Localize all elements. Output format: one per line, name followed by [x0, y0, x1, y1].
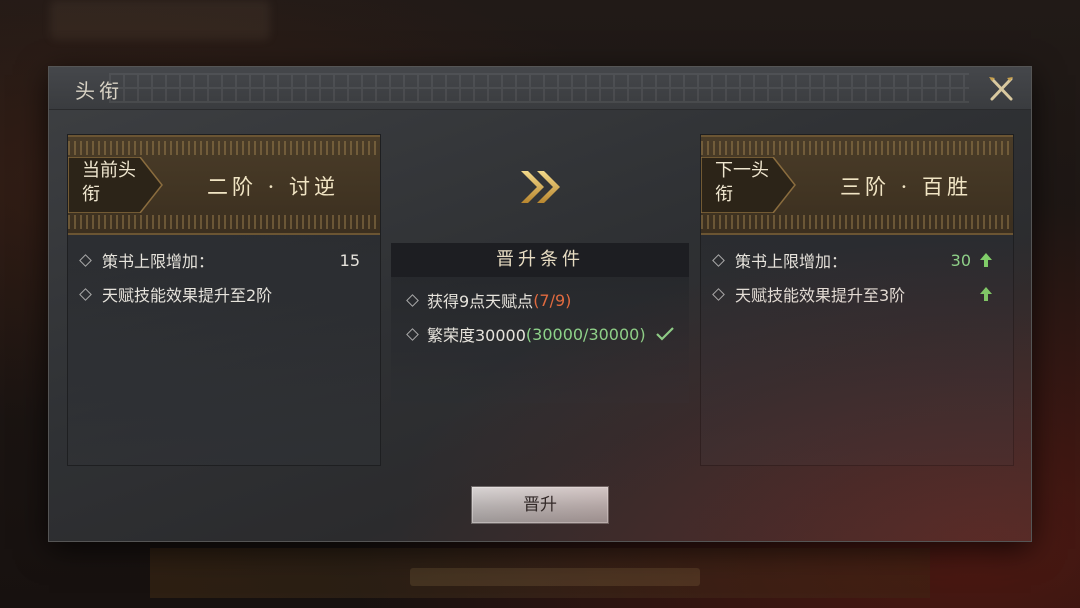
attribute-label: 策书上限增加： — [102, 252, 215, 271]
header-pattern — [109, 73, 969, 103]
promote-button[interactable]: 晋升 — [471, 486, 609, 524]
banner-pattern-bottom — [68, 215, 380, 229]
condition-progress: (7/9) — [533, 290, 572, 310]
conditions-list: 获得9点天赋点 (7/9) 繁荣度30000 (30000/30000) — [405, 283, 689, 351]
bullet-icon — [406, 327, 419, 341]
attribute-label: 策书上限增加： — [735, 252, 848, 271]
bullet-icon — [712, 253, 725, 267]
check-icon — [655, 327, 674, 341]
condition-label: 获得9点天赋点 — [427, 292, 534, 311]
current-title-banner: 当前头衔 二阶 · 讨逆 — [68, 135, 380, 235]
title-promotion-dialog: 头衔 当前头衔 二阶 · 讨逆 策书上限增加： 15 天赋技能效果提升至2阶 晋… — [49, 67, 1031, 541]
condition-item: 繁荣度30000 (30000/30000) — [405, 317, 689, 351]
bullet-icon — [406, 293, 419, 307]
list-item: 天赋技能效果提升至3阶 — [711, 277, 1001, 311]
list-item: 策书上限增加： 30 — [711, 243, 1001, 277]
close-icon[interactable] — [985, 73, 1017, 105]
attribute-value: 30 — [950, 250, 971, 270]
attribute-label: 天赋技能效果提升至2阶 — [102, 286, 273, 305]
bullet-icon — [79, 253, 92, 267]
current-rank: 二阶 · 讨逆 — [206, 175, 340, 199]
condition-progress: (30000/30000) — [525, 324, 646, 344]
current-title-panel: 当前头衔 二阶 · 讨逆 策书上限增加： 15 天赋技能效果提升至2阶 — [67, 134, 381, 466]
list-item: 策书上限增加： 15 — [78, 243, 368, 277]
current-title-tag: 当前头衔 — [82, 160, 136, 205]
list-item: 天赋技能效果提升至2阶 — [78, 277, 368, 311]
next-title-banner: 下一头衔 三阶 · 百胜 — [701, 135, 1013, 235]
dialog-header: 头衔 — [49, 67, 1031, 110]
conditions-header: 晋升条件 — [391, 243, 689, 277]
attribute-label: 天赋技能效果提升至3阶 — [735, 286, 906, 305]
attribute-value: 15 — [339, 250, 360, 270]
banner-pattern-top — [701, 141, 1013, 155]
background-hud-blur — [50, 0, 270, 40]
promotion-conditions: 晋升条件 获得9点天赋点 (7/9) 繁荣度30000 (30000/30000… — [391, 243, 689, 403]
banner-pattern-top — [68, 141, 380, 155]
condition-item: 获得9点天赋点 (7/9) — [405, 283, 689, 317]
banner-pattern-bottom — [701, 215, 1013, 229]
current-attributes: 策书上限增加： 15 天赋技能效果提升至2阶 — [78, 243, 368, 311]
double-chevron-right-icon — [521, 171, 560, 203]
green-up-arrow-icon — [980, 253, 992, 267]
green-up-arrow-icon — [980, 287, 992, 301]
next-title-panel: 下一头衔 三阶 · 百胜 策书上限增加： 30 天赋技能效果提升至3阶 — [700, 134, 1014, 466]
condition-label: 繁荣度30000 — [427, 326, 526, 345]
background-bottom-slot — [410, 568, 700, 586]
next-rank: 三阶 · 百胜 — [839, 175, 973, 199]
bullet-icon — [712, 287, 725, 301]
next-attributes: 策书上限增加： 30 天赋技能效果提升至3阶 — [711, 243, 1001, 311]
next-title-tag: 下一头衔 — [715, 160, 769, 205]
dialog-title: 头衔 — [75, 79, 123, 103]
bullet-icon — [79, 287, 92, 301]
